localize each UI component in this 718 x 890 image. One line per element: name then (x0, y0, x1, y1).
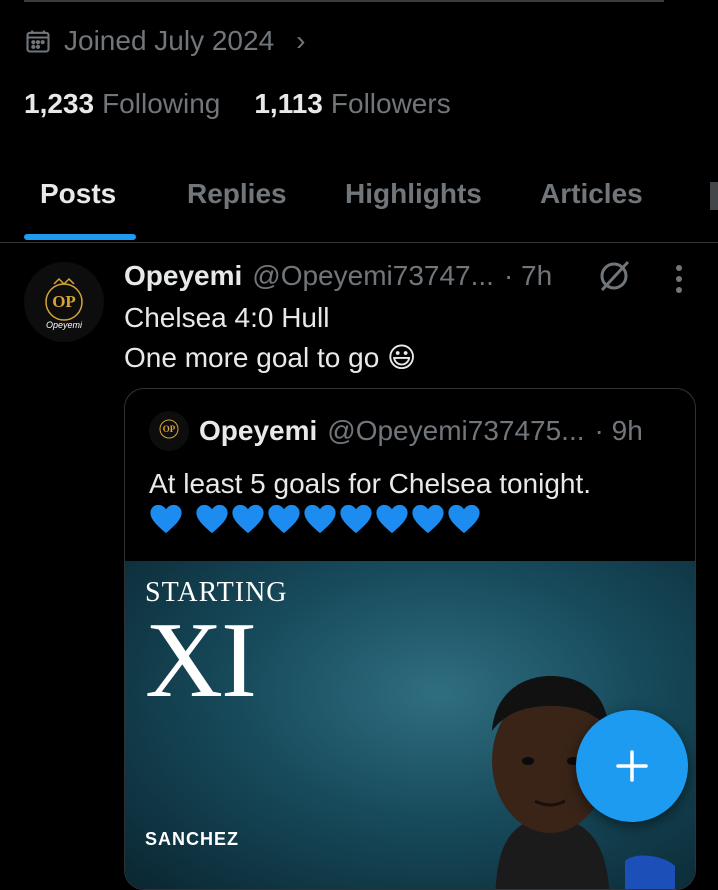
grok-icon[interactable] (596, 258, 632, 294)
tab-posts[interactable]: Posts (40, 178, 116, 210)
followers-count: 1,113 (254, 88, 323, 119)
blue-heart-icon (268, 504, 300, 534)
svg-text:OP: OP (163, 424, 176, 434)
post-text-line-1: Chelsea 4:0 Hull (124, 302, 330, 333)
quote-text: At least 5 goals for Chelsea tonight. (149, 465, 679, 535)
blue-heart-icon (150, 504, 182, 534)
joined-date-row[interactable]: Joined July 2024 › (24, 22, 305, 60)
quote-text-line: At least 5 goals for Chelsea tonight. (149, 468, 592, 499)
media-player-name: SANCHEZ (145, 829, 240, 849)
blue-heart-icon (340, 504, 372, 534)
tab-overflow-edge (710, 182, 718, 210)
tab-replies[interactable]: Replies (187, 178, 287, 210)
quote-author-handle: @Opeyemi737475... (327, 415, 585, 446)
blue-heart-icon (376, 504, 408, 534)
profile-tabs: Posts Replies Highlights Articles (0, 160, 718, 243)
blue-heart-icon (304, 504, 336, 534)
follow-stats: 1,233 Following 1,113 Followers (24, 84, 451, 124)
followers-link[interactable]: 1,113 Followers (254, 88, 450, 120)
cut-off-text-line (24, 0, 664, 2)
quote-time: · 9h (594, 415, 643, 446)
quote-author-name: Opeyemi (199, 415, 318, 446)
following-label: Following (102, 88, 221, 119)
avatar[interactable]: OP Opeyemi (24, 262, 104, 342)
tab-highlights[interactable]: Highlights (345, 178, 482, 210)
calendar-icon (26, 30, 50, 53)
following-count: 1,233 (24, 88, 95, 119)
followers-label: Followers (330, 88, 451, 119)
avatar-logo: OP Opeyemi (24, 262, 104, 342)
blue-heart-icon (196, 504, 228, 534)
blue-heart-icon (448, 504, 480, 534)
post-time[interactable]: · 7h (504, 260, 552, 292)
post-text-line-2: One more goal to go 😃 (124, 342, 417, 373)
post-text: Chelsea 4:0 Hull One more goal to go 😃 (124, 298, 694, 378)
following-link[interactable]: 1,233 Following (24, 88, 220, 120)
media-xi-text: XI (145, 601, 257, 720)
quote-avatar[interactable]: OP (149, 411, 189, 451)
compose-post-button[interactable] (576, 710, 688, 822)
plus-icon (616, 750, 648, 782)
chevron-right-icon: › (296, 25, 306, 56)
blue-heart-icon (412, 504, 444, 534)
post-author-name[interactable]: Opeyemi (124, 260, 242, 292)
svg-text:Opeyemi: Opeyemi (46, 320, 83, 330)
active-tab-indicator (24, 234, 136, 240)
blue-heart-icon (232, 504, 264, 534)
quote-header: Opeyemi @Opeyemi737475... · 9h (199, 411, 643, 451)
post-header: Opeyemi @Opeyemi73747... · 7h (124, 256, 552, 296)
blue-hearts-row (149, 503, 679, 535)
joined-date-text: Joined July 2024 (64, 25, 275, 56)
svg-text:OP: OP (52, 292, 76, 311)
post-author-handle[interactable]: @Opeyemi73747... (252, 260, 494, 292)
tab-articles[interactable]: Articles (540, 178, 643, 210)
more-vertical-icon[interactable] (664, 262, 694, 296)
